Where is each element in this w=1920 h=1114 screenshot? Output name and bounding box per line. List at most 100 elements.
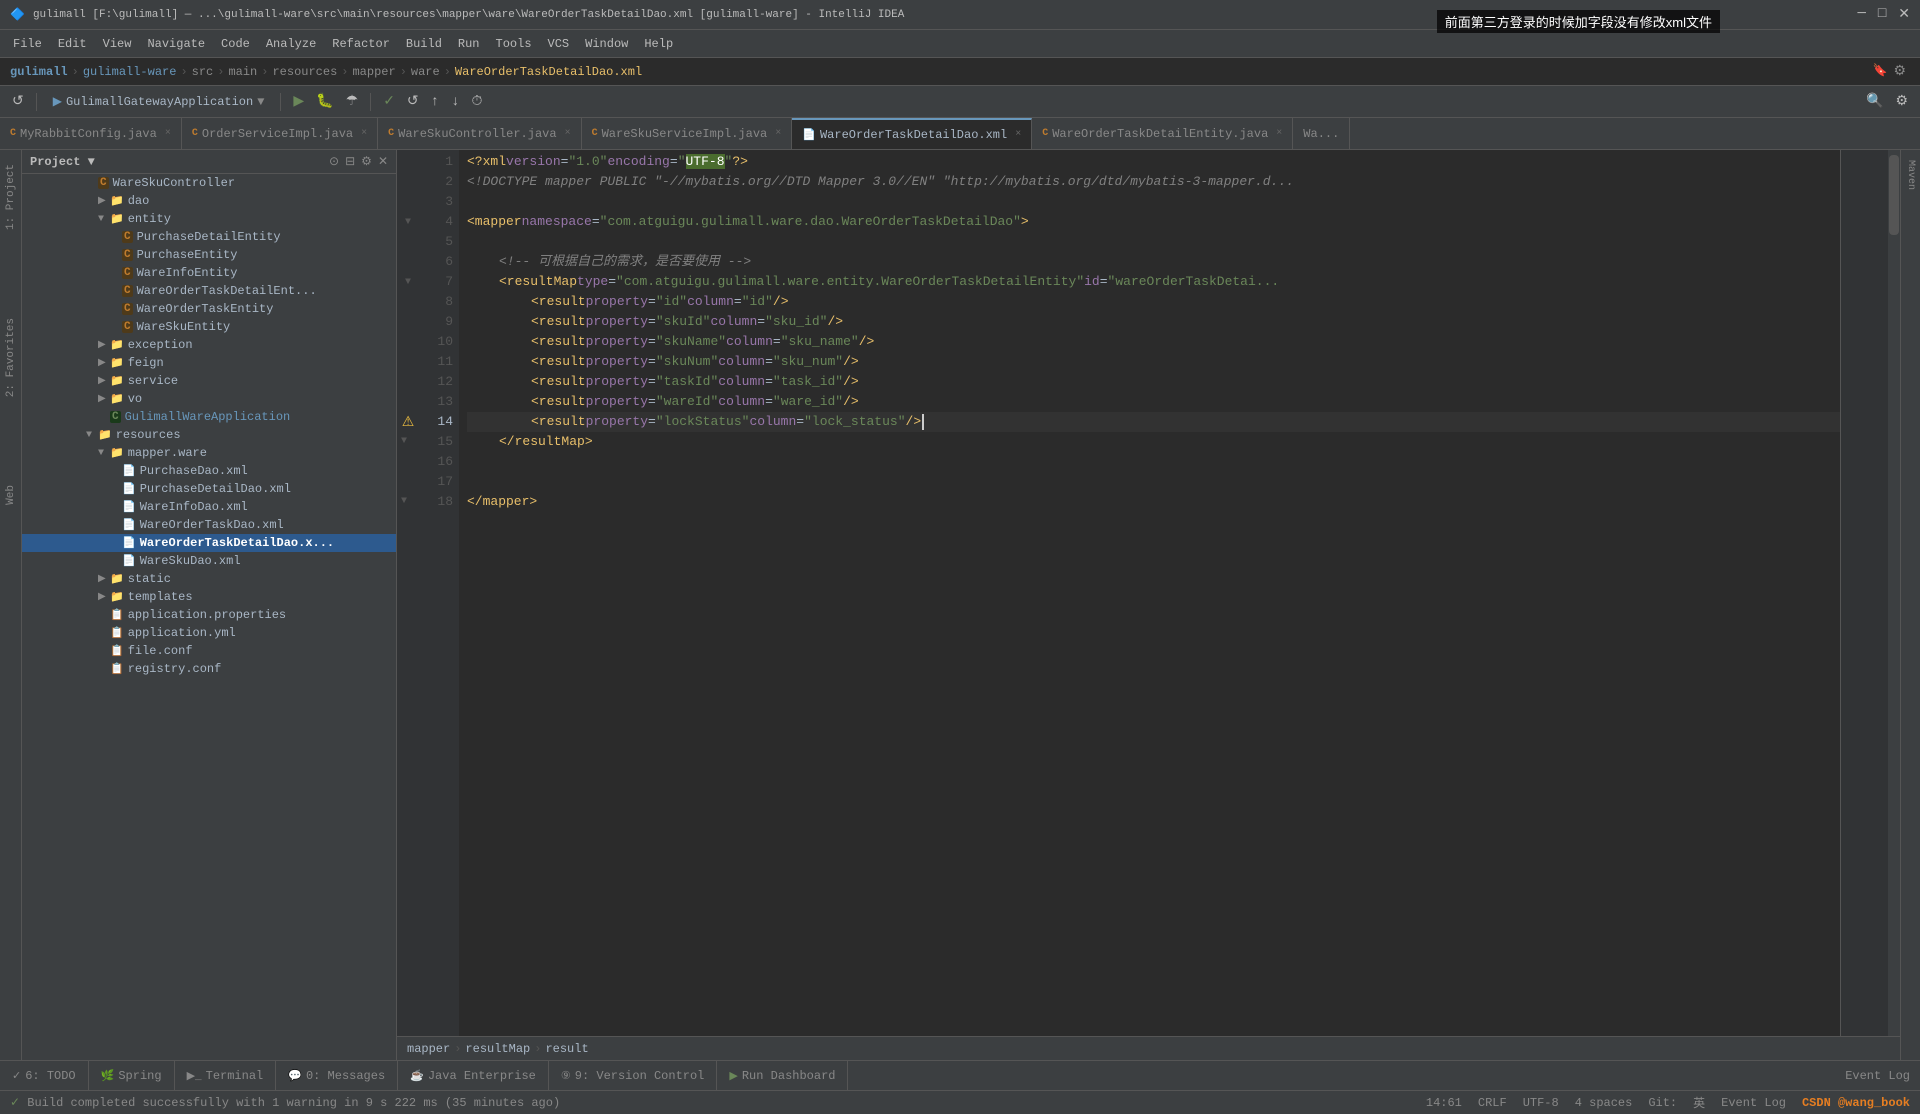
favorites-panel-toggle[interactable]: 2: Favorites — [3, 314, 19, 401]
project-panel-toggle[interactable]: 1: Project — [3, 160, 19, 234]
tab-run-dashboard[interactable]: ▶ Run Dashboard — [717, 1061, 848, 1090]
sidebar-scroll-from-source[interactable]: ⊙ — [329, 154, 339, 169]
tab-close-wareskuserviceimpl[interactable]: × — [775, 128, 781, 139]
scrollbar-thumb[interactable] — [1889, 155, 1899, 235]
tree-wareordertaskdetailentity[interactable]: C WareOrderTaskDetailEnt... — [22, 282, 396, 300]
bc-ware[interactable]: ware — [411, 65, 440, 79]
bookmark-icon[interactable]: 🔖 — [1872, 63, 1887, 80]
git-refresh[interactable]: ↺ — [403, 91, 423, 112]
tree-application-properties[interactable]: 📋 application.properties — [22, 606, 396, 624]
tree-exception[interactable]: ▶ 📁 exception — [22, 336, 396, 354]
git-checkmark[interactable]: ✓ — [379, 91, 399, 112]
tree-wareskucontroller[interactable]: C WareSkuController — [22, 174, 396, 192]
git-history[interactable]: ⏱ — [467, 92, 486, 112]
run-config-selector[interactable]: ▶ GulimallGatewayApplication ▼ — [45, 92, 273, 111]
tree-wareskuentity[interactable]: C WareSkuEntity — [22, 318, 396, 336]
menu-help[interactable]: Help — [636, 33, 681, 55]
tab-messages[interactable]: 💬 0: Messages — [276, 1061, 398, 1090]
fold-icon-line4[interactable]: ▼ — [405, 217, 411, 228]
tab-wareordertaskdetailentity[interactable]: C WareOrderTaskDetailEntity.java × — [1032, 118, 1293, 149]
run-button[interactable]: ▶ — [289, 91, 308, 112]
tree-vo[interactable]: ▶ 📁 vo — [22, 390, 396, 408]
event-log-tab[interactable]: Event Log — [1845, 1069, 1910, 1083]
menu-run[interactable]: Run — [450, 33, 488, 55]
tab-close-orderserviceimpl[interactable]: × — [361, 128, 367, 139]
maven-panel-toggle[interactable]: Maven — [1905, 160, 1916, 190]
encoding-indicator[interactable]: UTF-8 — [1523, 1096, 1559, 1110]
ime-indicator[interactable]: 英 — [1693, 1094, 1705, 1111]
tree-registry-conf[interactable]: 📋 registry.conf — [22, 660, 396, 678]
tree-purchasedao-xml[interactable]: 📄 PurchaseDao.xml — [22, 462, 396, 480]
menu-code[interactable]: Code — [213, 33, 258, 55]
web-panel-toggle[interactable]: Web — [3, 481, 19, 509]
tab-myrabbitconfig[interactable]: C MyRabbitConfig.java × — [0, 118, 182, 149]
bc-main[interactable]: main — [228, 65, 257, 79]
menu-build[interactable]: Build — [398, 33, 450, 55]
tab-wareordertaskdetaildao[interactable]: 📄 WareOrderTaskDetailDao.xml × — [792, 118, 1032, 149]
run-config-dropdown[interactable]: ▼ — [257, 95, 264, 109]
git-push[interactable]: ↑ — [427, 92, 443, 112]
tab-todo[interactable]: ✓ 6: TODO — [0, 1061, 89, 1090]
menu-view[interactable]: View — [95, 33, 140, 55]
tab-close-myrabbitconfig[interactable]: × — [165, 128, 171, 139]
scrollbar-track[interactable] — [1888, 150, 1900, 1036]
tree-file-conf[interactable]: 📋 file.conf — [22, 642, 396, 660]
bc-file[interactable]: WareOrderTaskDetailDao.xml — [455, 65, 642, 79]
menu-file[interactable]: File — [5, 33, 50, 55]
menu-refactor[interactable]: Refactor — [324, 33, 398, 55]
tab-orderserviceimpl[interactable]: C OrderServiceImpl.java × — [182, 118, 378, 149]
fold-icon-line7[interactable]: ▼ — [405, 277, 411, 288]
editor-bc-mapper[interactable]: mapper — [407, 1042, 450, 1056]
tree-service[interactable]: ▶ 📁 service — [22, 372, 396, 390]
tree-feign[interactable]: ▶ 📁 feign — [22, 354, 396, 372]
line-separator[interactable]: CRLF — [1478, 1096, 1507, 1110]
tree-purchaseentity[interactable]: C PurchaseEntity — [22, 246, 396, 264]
tree-static[interactable]: ▶ 📁 static — [22, 570, 396, 588]
search-everywhere[interactable]: 🔍 — [1862, 91, 1887, 112]
menu-analyze[interactable]: Analyze — [258, 33, 324, 55]
tree-wareordertaskdao-xml[interactable]: 📄 WareOrderTaskDao.xml — [22, 516, 396, 534]
tree-mapper-ware[interactable]: ▼ 📁 mapper.ware — [22, 444, 396, 462]
bc-gulimall[interactable]: gulimall — [10, 65, 68, 79]
tab-wa-more[interactable]: Wa... — [1293, 118, 1350, 149]
code-editor[interactable]: <?xml version = "1.0" encoding = "UTF-8"… — [459, 150, 1840, 1036]
tab-java-enterprise[interactable]: ☕ Java Enterprise — [398, 1061, 549, 1090]
menu-window[interactable]: Window — [577, 33, 636, 55]
menu-edit[interactable]: Edit — [50, 33, 95, 55]
debug-button[interactable]: 🐛 — [312, 91, 337, 112]
tab-version-control[interactable]: ⑨ 9: Version Control — [549, 1061, 718, 1090]
sidebar-collapse-all[interactable]: ⊟ — [345, 154, 355, 169]
sidebar-settings[interactable]: ⚙ — [361, 154, 372, 169]
tree-application-yml[interactable]: 📋 application.yml — [22, 624, 396, 642]
menu-tools[interactable]: Tools — [488, 33, 540, 55]
tree-purchasedetaildao-xml[interactable]: 📄 PurchaseDetailDao.xml — [22, 480, 396, 498]
tree-wareordertaskentity[interactable]: C WareOrderTaskEntity — [22, 300, 396, 318]
tab-close-wareordertaskdetaildao[interactable]: × — [1015, 129, 1021, 140]
tab-wareskuserviceimpl[interactable]: C WareSkuServiceImpl.java × — [582, 118, 793, 149]
bc-src[interactable]: src — [192, 65, 214, 79]
maximize-button[interactable]: □ — [1878, 6, 1886, 23]
tree-gulimallwareapplication[interactable]: C GulimallWareApplication — [22, 408, 396, 426]
tree-wareinfodao-xml[interactable]: 📄 WareInfoDao.xml — [22, 498, 396, 516]
tree-templates[interactable]: ▶ 📁 templates — [22, 588, 396, 606]
sidebar-close[interactable]: ✕ — [378, 154, 388, 169]
tree-resources[interactable]: ▼ 📁 resources — [22, 426, 396, 444]
tab-wareskucontroller[interactable]: C WareSkuController.java × — [378, 118, 581, 149]
event-log-indicator[interactable]: Event Log — [1721, 1096, 1786, 1110]
menu-vcs[interactable]: VCS — [540, 33, 578, 55]
git-pull[interactable]: ↓ — [447, 92, 463, 112]
config-icon[interactable]: ⚙ — [1893, 63, 1906, 80]
settings-button[interactable]: ⚙ — [1891, 91, 1912, 112]
cursor-position[interactable]: 14:61 — [1426, 1096, 1462, 1110]
tree-wareordertaskdetaildao-xml[interactable]: 📄 WareOrderTaskDetailDao.x... — [22, 534, 396, 552]
tree-entity[interactable]: ▼ 📁 entity — [22, 210, 396, 228]
tree-wareinfoentity[interactable]: C WareInfoEntity — [22, 264, 396, 282]
editor-bc-resultmap[interactable]: resultMap — [465, 1042, 530, 1056]
warning-icon-line14[interactable]: ⚠ — [402, 414, 415, 431]
toolbar-rerun[interactable]: ↺ — [8, 91, 28, 112]
git-branch[interactable]: Git: — [1648, 1096, 1677, 1110]
tab-close-wareskucontroller[interactable]: × — [565, 128, 571, 139]
bc-gulimall-ware[interactable]: gulimall-ware — [83, 65, 177, 79]
close-button[interactable]: ✕ — [1898, 6, 1910, 23]
indent-indicator[interactable]: 4 spaces — [1575, 1096, 1633, 1110]
